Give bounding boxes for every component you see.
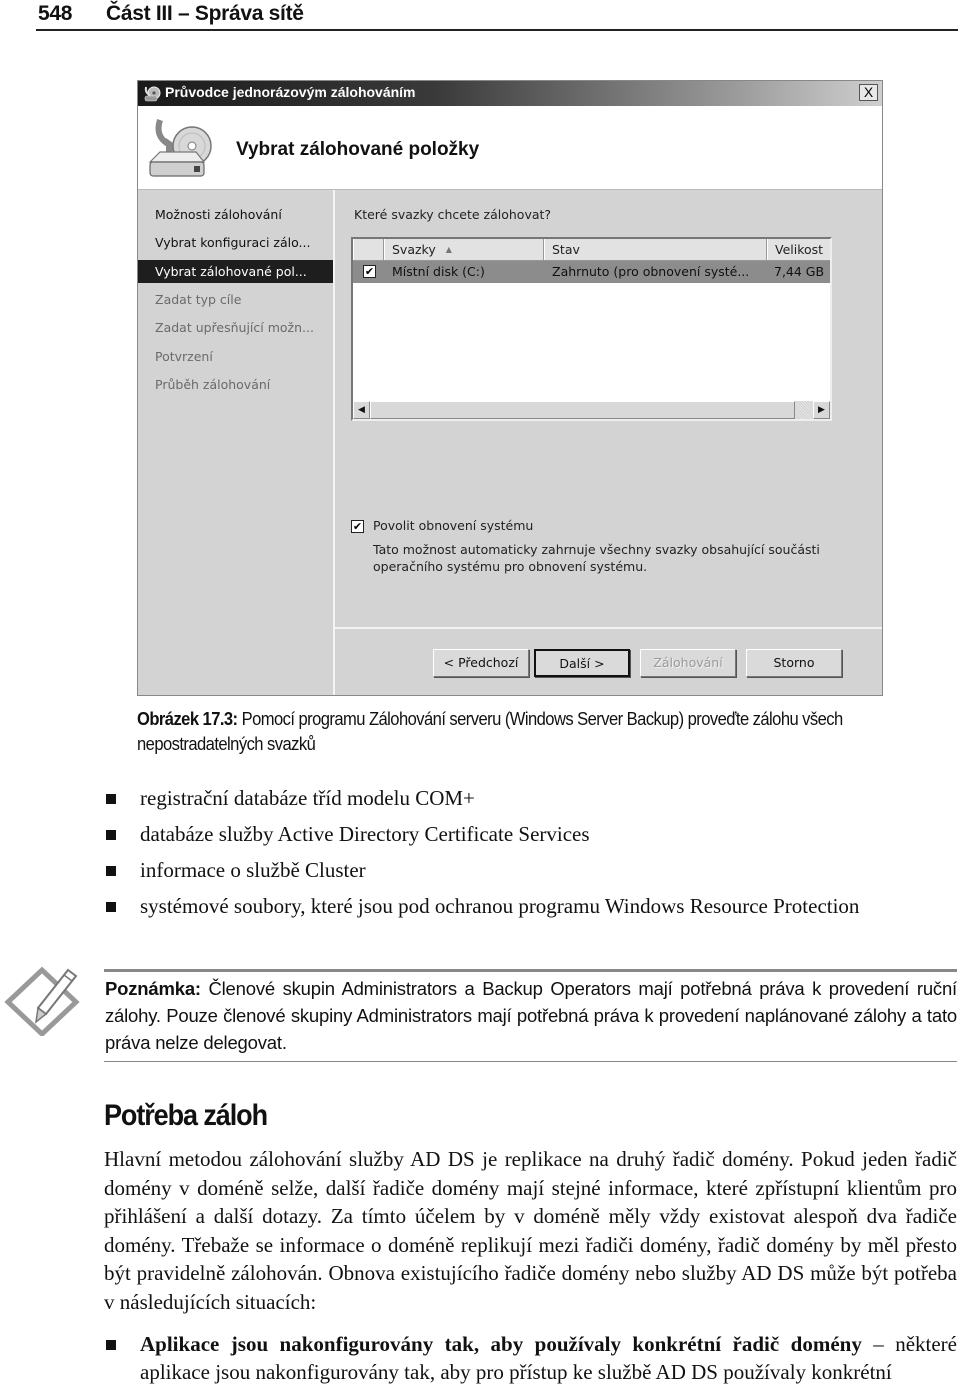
volume-size: 7,44 GB — [774, 264, 825, 279]
dialog-title-bar[interactable]: Průvodce jednorázovým zálohováním X — [138, 81, 882, 106]
table-row[interactable]: ✔ Místní disk (C:) Zahrnuto (pro obnoven… — [353, 261, 830, 283]
wizard-steps: Možnosti zálohování Vybrat konfiguraci z… — [138, 190, 335, 695]
wizard-step-progress[interactable]: Průběh zálohování — [138, 373, 333, 396]
scrollbar-track[interactable] — [795, 401, 813, 419]
backup-wizard-dialog: Průvodce jednorázovým zálohováním X Vybr… — [137, 80, 883, 696]
volumes-table: Svazky ▲ Stav Velikost ✔ Místní disk (C:)… — [351, 237, 832, 421]
wizard-step-backup-options[interactable]: Možnosti zálohování — [138, 203, 333, 226]
volume-checkbox[interactable]: ✔ — [363, 265, 376, 278]
bullet-square-icon — [106, 866, 116, 876]
volume-name: Místní disk (C:) — [392, 264, 485, 279]
note-pencil-icon — [4, 966, 80, 1036]
bullet-square-icon — [106, 1340, 116, 1350]
arrow-right-icon: ▶ — [818, 405, 825, 415]
bullet-bold-lead: Aplikace jsou nakonfigurovány tak, aby p… — [140, 1332, 862, 1356]
previous-button[interactable]: < Předchozí — [433, 649, 529, 677]
bullet-list: registrační databáze tříd modelu COM+ da… — [104, 784, 956, 928]
column-header-status[interactable]: Stav — [544, 239, 767, 260]
volume-status: Zahrnuto (pro obnovení systé... — [552, 264, 750, 279]
bullet-square-icon — [106, 830, 116, 840]
close-button[interactable]: X — [859, 84, 878, 101]
wizard-step-confirmation[interactable]: Potvrzení — [138, 345, 333, 368]
caption-text: Pomocí programu Zálohování serveru (Wind… — [137, 709, 843, 754]
header-rule — [36, 29, 958, 31]
checkmark-icon: ✔ — [352, 520, 363, 533]
list-item: Aplikace jsou nakonfigurovány tak, aby p… — [104, 1330, 957, 1386]
figure-caption: Obrázek 17.3: Pomocí programu Zálohování… — [137, 707, 891, 757]
caption-label: Obrázek 17.3: — [137, 709, 238, 729]
dialog-content: Které svazky chcete zálohovat? Svazky ▲ S… — [335, 190, 882, 628]
list-item: systémové soubory, které jsou pod ochran… — [104, 892, 956, 920]
system-recovery-description: Tato možnost automaticky zahrnuje všechn… — [373, 542, 820, 574]
enable-system-recovery-label[interactable]: Povolit obnovení systému — [373, 518, 533, 533]
cancel-button[interactable]: Storno — [746, 649, 842, 677]
list-item: registrační databáze tříd modelu COM+ — [104, 784, 956, 812]
backup-button: Zálohování — [640, 649, 736, 677]
list-item: informace o službě Cluster — [104, 856, 956, 884]
wizard-step-advanced-options[interactable]: Zadat upřesňující možn... — [138, 316, 333, 339]
column-header-volumes[interactable]: Svazky ▲ — [384, 239, 544, 260]
wizard-step-destination-type[interactable]: Zadat typ cíle — [138, 288, 333, 311]
horizontal-scrollbar[interactable]: ◀ ▶ — [353, 401, 830, 419]
wizard-step-select-items[interactable]: Vybrat zálohované pol... — [138, 260, 333, 283]
checkmark-icon: ✔ — [364, 265, 375, 278]
dialog-header: Vybrat zálohované položky — [138, 106, 882, 190]
enable-system-recovery-checkbox[interactable]: ✔ — [351, 520, 364, 533]
scroll-left-button[interactable]: ◀ — [353, 401, 370, 419]
next-button[interactable]: Další > — [534, 649, 630, 677]
column-header-check — [353, 239, 384, 260]
backup-drive-icon — [148, 119, 212, 177]
note-rule-bottom — [104, 1061, 957, 1062]
backup-wizard-icon — [144, 86, 161, 102]
close-icon: X — [863, 84, 874, 100]
dialog-title: Průvodce jednorázovým zálohováním — [165, 84, 416, 100]
dialog-footer: < Předchozí Další > Zálohování Storno — [335, 627, 882, 697]
section-heading: Potřeba záloh — [104, 1099, 268, 1132]
list-item: databáze služby Active Directory Certifi… — [104, 820, 956, 848]
wizard-step-select-config[interactable]: Vybrat konfiguraci zálo... — [138, 231, 333, 254]
scrollbar-thumb[interactable] — [370, 401, 795, 419]
column-header-size[interactable]: Velikost — [767, 239, 830, 260]
scroll-right-button[interactable]: ▶ — [813, 401, 830, 419]
note-label: Poznámka: — [105, 978, 201, 999]
bullet-square-icon — [106, 794, 116, 804]
note: Poznámka: Členové skupin Administrators … — [105, 975, 957, 1056]
note-text: Členové skupin Administrators a Backup O… — [105, 978, 957, 1053]
arrow-left-icon: ◀ — [358, 405, 365, 415]
note-rule-top — [104, 969, 957, 972]
page-number: 548 — [38, 2, 73, 25]
table-header: Svazky ▲ Stav Velikost — [353, 239, 830, 261]
bullet-square-icon — [106, 902, 116, 912]
page-title: Vybrat zálohované položky — [236, 139, 480, 160]
sort-ascending-icon: ▲ — [445, 245, 452, 254]
section-paragraph: Hlavní metodou zálohování služby AD DS j… — [104, 1147, 957, 1314]
running-header: 548 Část III – Správa sítě — [38, 2, 304, 26]
running-title: Část III – Správa sítě — [106, 2, 304, 25]
volumes-question: Které svazky chcete zálohovat? — [354, 207, 552, 222]
